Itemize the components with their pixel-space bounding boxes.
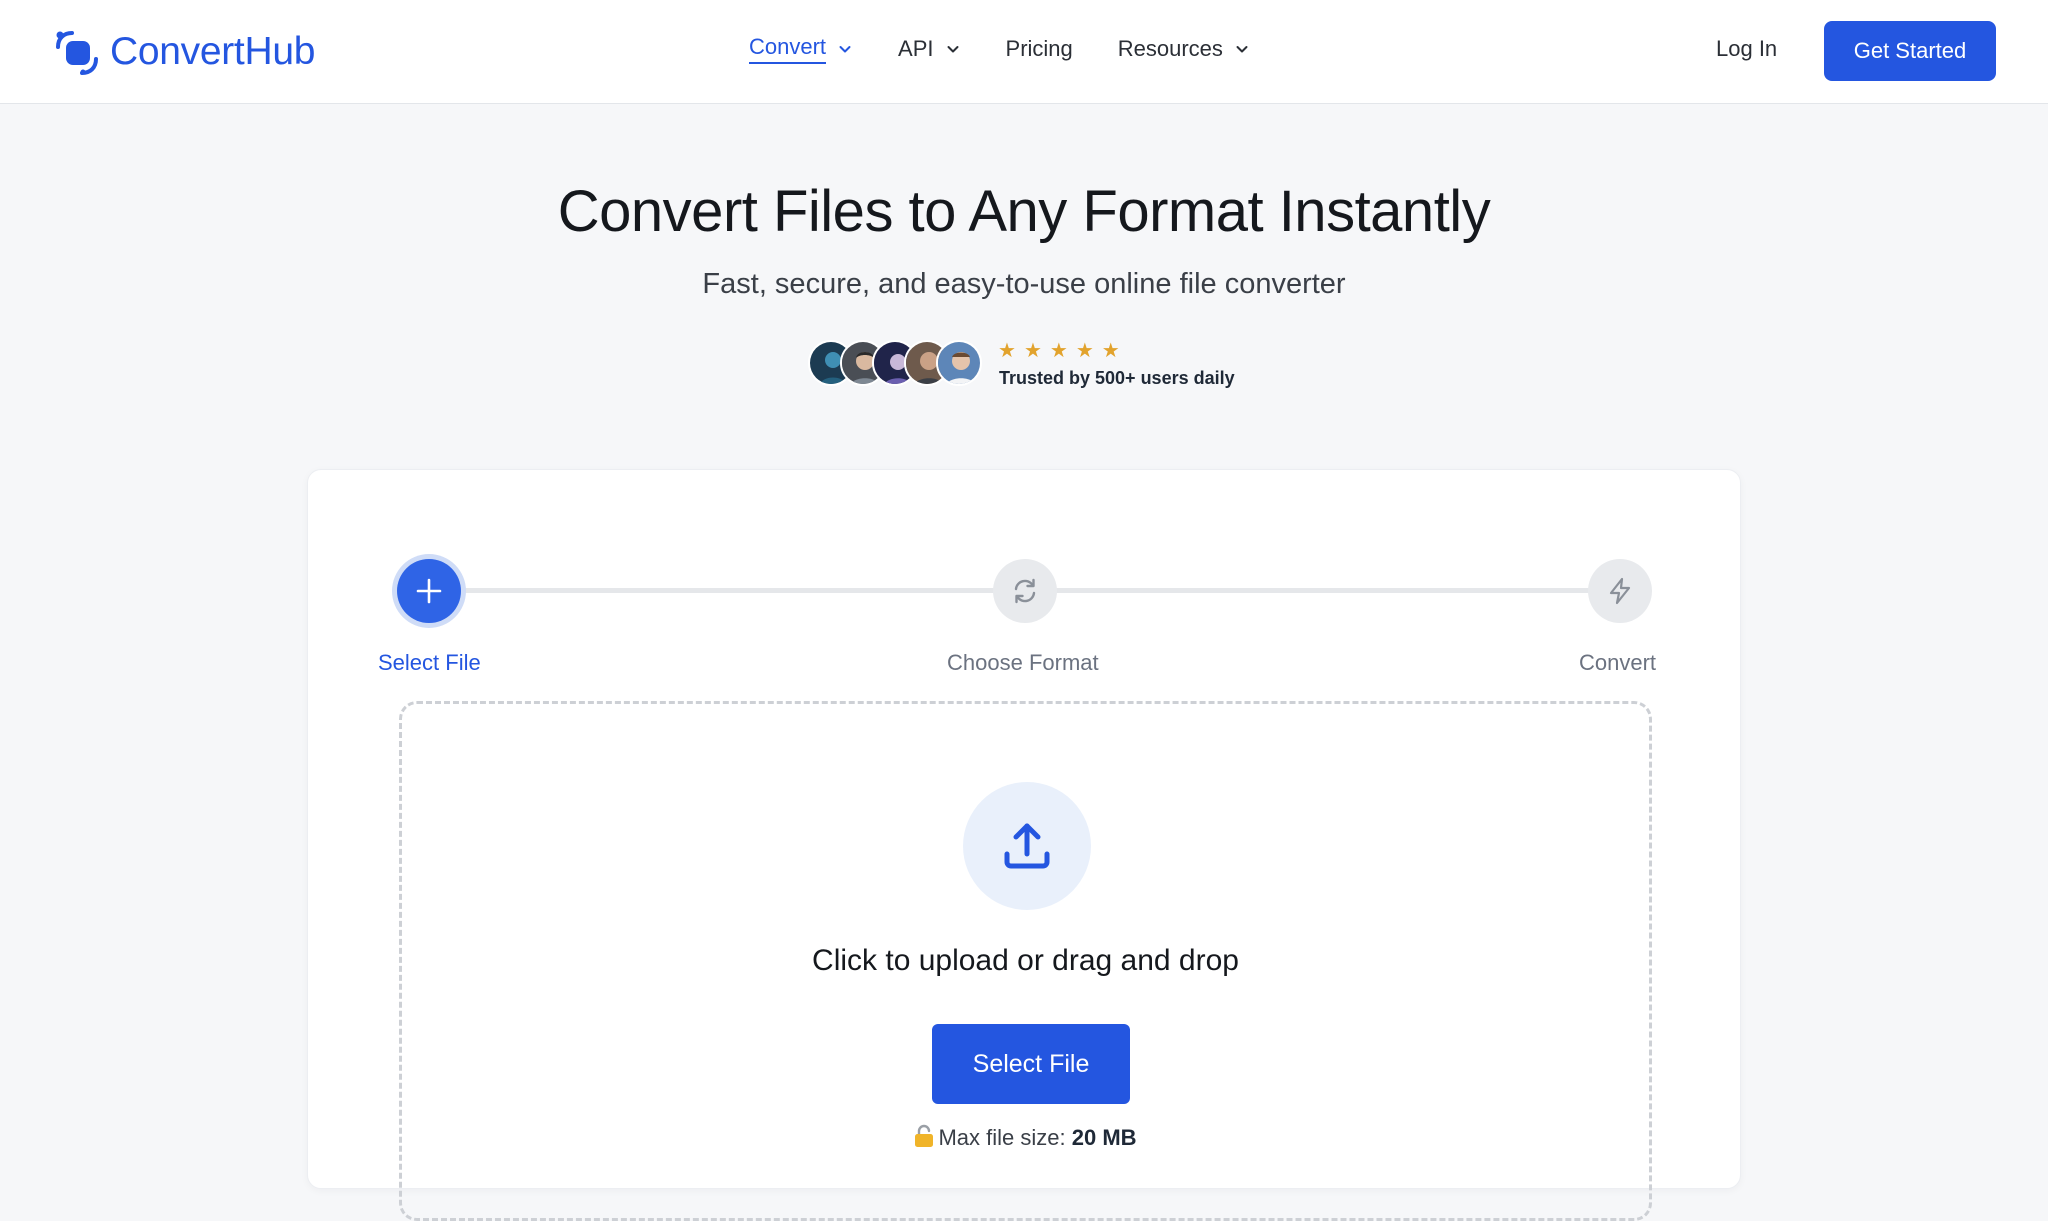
nav-item-label: Convert — [749, 34, 827, 64]
login-link[interactable]: Log In — [1716, 36, 1777, 62]
user-avatars — [808, 340, 984, 388]
trust-indicator: ★ ★ ★ ★ ★ Trusted by 500+ users daily — [808, 338, 1248, 390]
get-started-button[interactable]: Get Started — [1824, 21, 1996, 81]
upload-icon — [1004, 823, 1050, 869]
chevron-down-icon — [1236, 46, 1248, 53]
max-file-size-note: Max file size: 20 MB — [402, 1124, 1649, 1151]
star-icon: ★ — [998, 340, 1016, 362]
star-icon: ★ — [1049, 340, 1068, 362]
step-convert — [1588, 559, 1652, 623]
page-subtitle: Fast, secure, and easy-to-use online fil… — [702, 268, 1346, 300]
nav-item-convert[interactable]: Convert — [749, 34, 852, 64]
step-label: Select File — [378, 650, 481, 675]
upload-prompt: Click to upload or drag and drop — [812, 944, 1239, 977]
nav-item-api[interactable]: API — [898, 36, 959, 62]
step-select-file — [397, 559, 461, 623]
refresh-icon — [1014, 578, 1036, 604]
nav-item-label: Pricing — [1005, 36, 1073, 61]
page-title: Convert Files to Any Format Instantly — [557, 179, 1491, 244]
step-choose-format — [993, 559, 1057, 623]
nav-item-label: API — [898, 36, 934, 61]
chevron-down-icon — [839, 46, 851, 53]
rating-stars: ★ ★ ★ ★ ★ — [998, 338, 1120, 363]
nav-item-label: Resources — [1117, 36, 1223, 61]
max-size-value: 20 MB — [1071, 1125, 1137, 1150]
chevron-down-icon — [947, 46, 959, 53]
trust-text: Trusted by 500+ users daily — [999, 368, 1235, 388]
avatar — [936, 340, 982, 386]
step-label: Choose Format — [947, 650, 1099, 675]
max-size-label: Max file size: — [938, 1125, 1066, 1150]
nav-item-resources[interactable]: Resources — [1118, 36, 1249, 62]
nav-item-pricing[interactable]: Pricing — [1006, 36, 1073, 62]
plus-icon — [416, 578, 442, 604]
step-label: Convert — [1579, 650, 1657, 675]
lock-icon — [915, 1124, 934, 1147]
converthub-logo-icon — [56, 31, 98, 75]
converter-card: Select File Choose Format Convert Click … — [307, 469, 1741, 1221]
select-file-button[interactable]: Select File — [932, 1024, 1130, 1104]
brand-name: ConvertHub — [110, 30, 316, 73]
lightning-icon — [1609, 577, 1631, 605]
top-navbar: ConvertHub Convert API Pricing Resources… — [0, 0, 2048, 104]
upload-icon-wrapper — [963, 782, 1091, 910]
main-nav: Convert API Pricing Resources — [749, 34, 1249, 64]
file-dropzone[interactable]: Click to upload or drag and drop Select … — [399, 701, 1652, 1221]
brand-link[interactable]: ConvertHub — [52, 26, 315, 78]
star-icon: ★ — [1101, 340, 1120, 362]
star-icon: ★ — [1075, 340, 1094, 362]
star-icon: ★ — [1023, 340, 1042, 362]
